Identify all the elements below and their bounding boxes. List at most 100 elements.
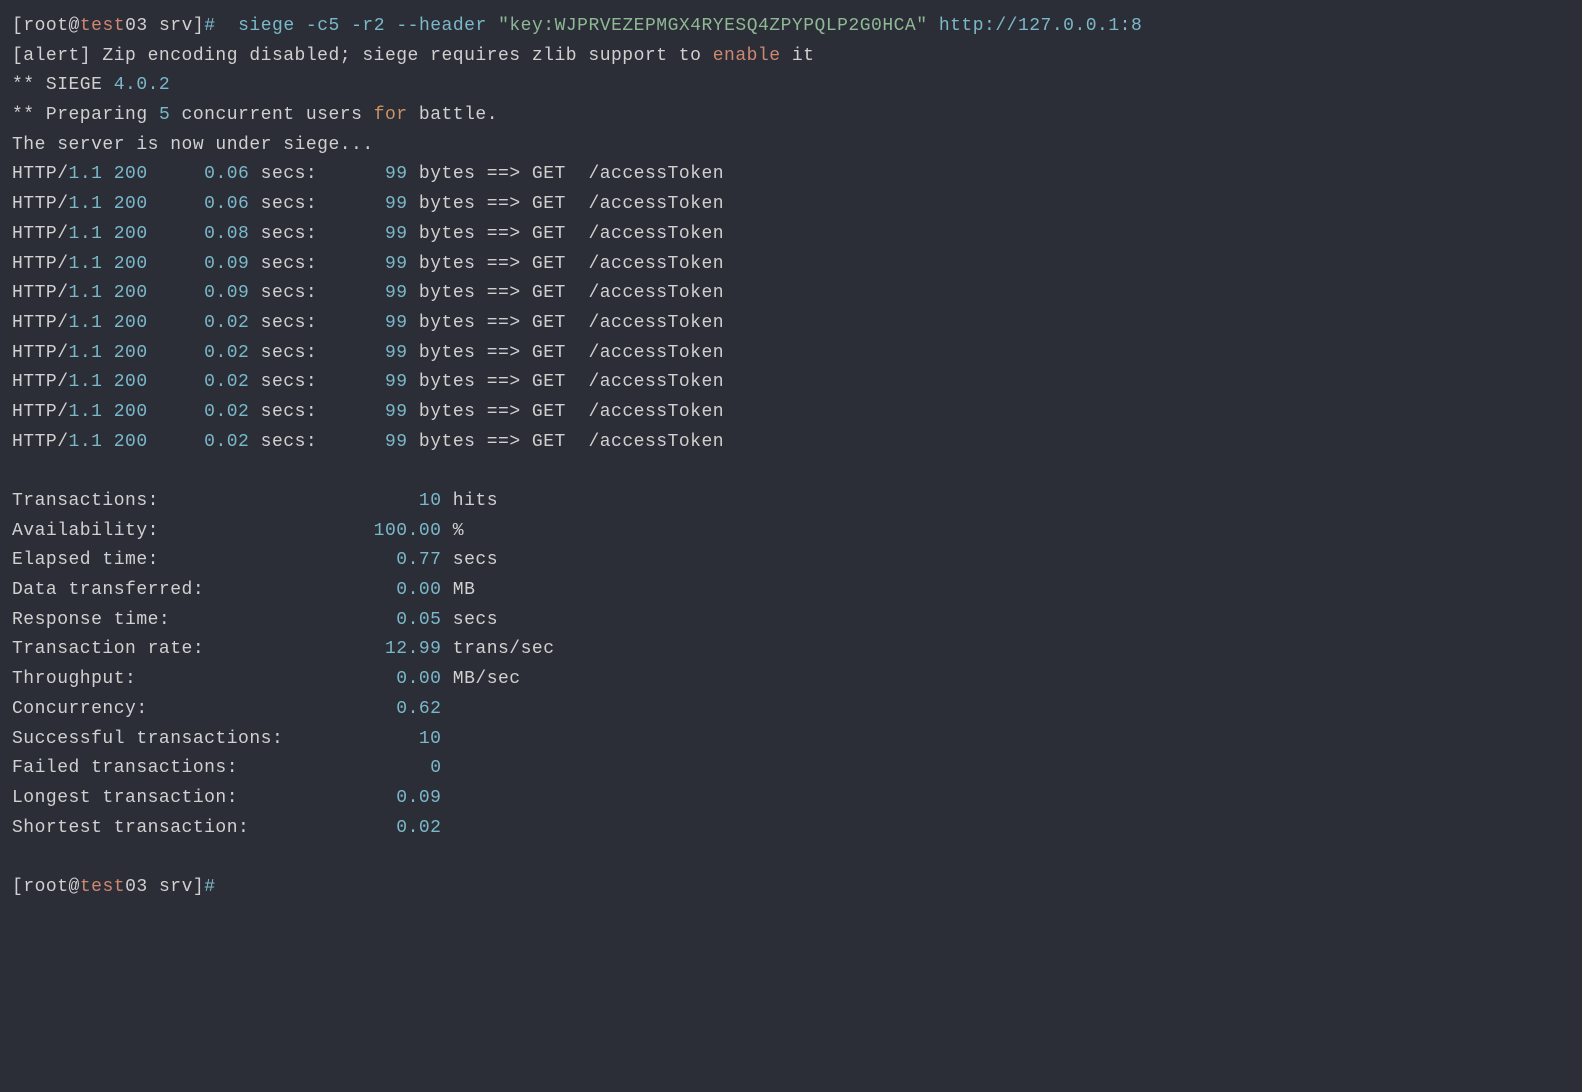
- stat-label: Availability:: [12, 521, 159, 541]
- req-version: 1.1: [69, 224, 103, 244]
- cmd-header: "key:WJPRVEZEPMGX4RYESQ4ZPYPQLP2G0HCA": [498, 16, 927, 36]
- stat-value: 100.00: [374, 521, 442, 541]
- stat-label: Failed transactions:: [12, 758, 238, 778]
- req-secs-label: secs:: [261, 372, 318, 392]
- request-line: HTTP/1.1 200 0.06 secs: 99 bytes ==> GET…: [12, 190, 1570, 220]
- stat-line: Failed transactions: 0: [12, 754, 1570, 784]
- stat-value: 0.05: [396, 610, 441, 630]
- terminal-output: [root@test03 srv]# siege -c5 -r2 --heade…: [12, 12, 1570, 903]
- prompt-line[interactable]: [root@test03 srv]# siege -c5 -r2 --heade…: [12, 12, 1570, 42]
- stat-value: 0.00: [396, 580, 441, 600]
- req-proto: HTTP/: [12, 402, 69, 422]
- stat-pad: [170, 610, 396, 630]
- prompt-bracket-open: [: [12, 877, 23, 897]
- stat-value: 0.77: [396, 550, 441, 570]
- req-proto: HTTP/: [12, 224, 69, 244]
- req-bytes: 99: [317, 283, 407, 303]
- req-secs: 0.02: [148, 313, 261, 333]
- stat-line: Concurrency: 0.62: [12, 695, 1570, 725]
- req-secs: 0.02: [148, 372, 261, 392]
- prompt-host: test: [80, 16, 125, 36]
- stat-line: Availability: 100.00 %: [12, 517, 1570, 547]
- stat-value: 0.09: [396, 788, 441, 808]
- stat-unit: secs: [442, 610, 499, 630]
- request-line: HTTP/1.1 200 0.02 secs: 99 bytes ==> GET…: [12, 428, 1570, 458]
- stat-label: Data transferred:: [12, 580, 204, 600]
- preparing-pre: ** Preparing: [12, 105, 159, 125]
- req-secs-label: secs:: [261, 402, 318, 422]
- stat-line: Shortest transaction: 0.02: [12, 814, 1570, 844]
- stat-unit: MB/sec: [442, 669, 521, 689]
- stat-label: Throughput:: [12, 669, 136, 689]
- stat-line: Longest transaction: 0.09: [12, 784, 1570, 814]
- stat-label: Successful transactions:: [12, 729, 283, 749]
- stat-pad: [159, 491, 419, 511]
- prompt-bracket-open: [: [12, 16, 23, 36]
- stat-value: 0.62: [396, 699, 441, 719]
- stat-pad: [204, 580, 396, 600]
- req-secs-label: secs:: [261, 164, 318, 184]
- req-version: 1.1: [69, 254, 103, 274]
- req-secs: 0.08: [148, 224, 261, 244]
- stat-value: 0.00: [396, 669, 441, 689]
- req-status: 200: [102, 283, 147, 303]
- stat-pad: [148, 699, 397, 719]
- stat-value: 12.99: [385, 639, 442, 659]
- stat-unit: trans/sec: [441, 639, 554, 659]
- prompt-dir: srv: [148, 16, 193, 36]
- stat-pad: [159, 521, 374, 541]
- req-secs-label: secs:: [261, 313, 318, 333]
- req-bytes-label: bytes ==> GET /accessToken: [408, 432, 724, 452]
- req-bytes: 99: [317, 313, 407, 333]
- req-secs: 0.02: [148, 402, 261, 422]
- stat-value: 10: [419, 729, 442, 749]
- req-secs-label: secs:: [261, 343, 318, 363]
- req-bytes-label: bytes ==> GET /accessToken: [408, 164, 724, 184]
- req-proto: HTTP/: [12, 432, 69, 452]
- stat-line: Data transferred: 0.00 MB: [12, 576, 1570, 606]
- req-secs-label: secs:: [261, 254, 318, 274]
- prompt-user: root: [23, 16, 68, 36]
- req-bytes-label: bytes ==> GET /accessToken: [408, 254, 724, 274]
- req-bytes: 99: [317, 164, 407, 184]
- req-secs: 0.02: [148, 432, 261, 452]
- req-version: 1.1: [69, 164, 103, 184]
- req-version: 1.1: [69, 194, 103, 214]
- request-line: HTTP/1.1 200 0.02 secs: 99 bytes ==> GET…: [12, 398, 1570, 428]
- req-bytes-label: bytes ==> GET /accessToken: [408, 402, 724, 422]
- request-line: HTTP/1.1 200 0.02 secs: 99 bytes ==> GET…: [12, 309, 1570, 339]
- req-secs-label: secs:: [261, 432, 318, 452]
- prompt-line-end[interactable]: [root@test03 srv]#: [12, 873, 1570, 903]
- req-proto: HTTP/: [12, 343, 69, 363]
- req-status: 200: [102, 313, 147, 333]
- req-bytes: 99: [317, 254, 407, 274]
- preparing-line: ** Preparing 5 concurrent users for batt…: [12, 101, 1570, 131]
- request-line: HTTP/1.1 200 0.06 secs: 99 bytes ==> GET…: [12, 160, 1570, 190]
- req-secs: 0.06: [148, 164, 261, 184]
- req-secs: 0.09: [148, 283, 261, 303]
- req-bytes: 99: [317, 402, 407, 422]
- req-version: 1.1: [69, 283, 103, 303]
- req-status: 200: [102, 194, 147, 214]
- req-secs: 0.06: [148, 194, 261, 214]
- request-line: HTTP/1.1 200 0.09 secs: 99 bytes ==> GET…: [12, 279, 1570, 309]
- req-bytes-label: bytes ==> GET /accessToken: [408, 313, 724, 333]
- siege-start: The server is now under siege...: [12, 131, 1570, 161]
- stat-unit: hits: [442, 491, 499, 511]
- req-bytes-label: bytes ==> GET /accessToken: [408, 283, 724, 303]
- preparing-for: for: [374, 105, 408, 125]
- prompt-bracket-close: ]: [193, 877, 204, 897]
- prompt-host-suffix: 03: [125, 16, 148, 36]
- req-proto: HTTP/: [12, 283, 69, 303]
- stat-label: Concurrency:: [12, 699, 148, 719]
- req-proto: HTTP/: [12, 372, 69, 392]
- stat-label: Transaction rate:: [12, 639, 204, 659]
- req-bytes-label: bytes ==> GET /accessToken: [408, 372, 724, 392]
- banner-version: 4.0.2: [114, 75, 171, 95]
- request-line: HTTP/1.1 200 0.02 secs: 99 bytes ==> GET…: [12, 339, 1570, 369]
- stat-unit: MB: [442, 580, 476, 600]
- req-version: 1.1: [69, 313, 103, 333]
- stat-pad: [238, 758, 430, 778]
- req-version: 1.1: [69, 343, 103, 363]
- stat-pad: [204, 639, 385, 659]
